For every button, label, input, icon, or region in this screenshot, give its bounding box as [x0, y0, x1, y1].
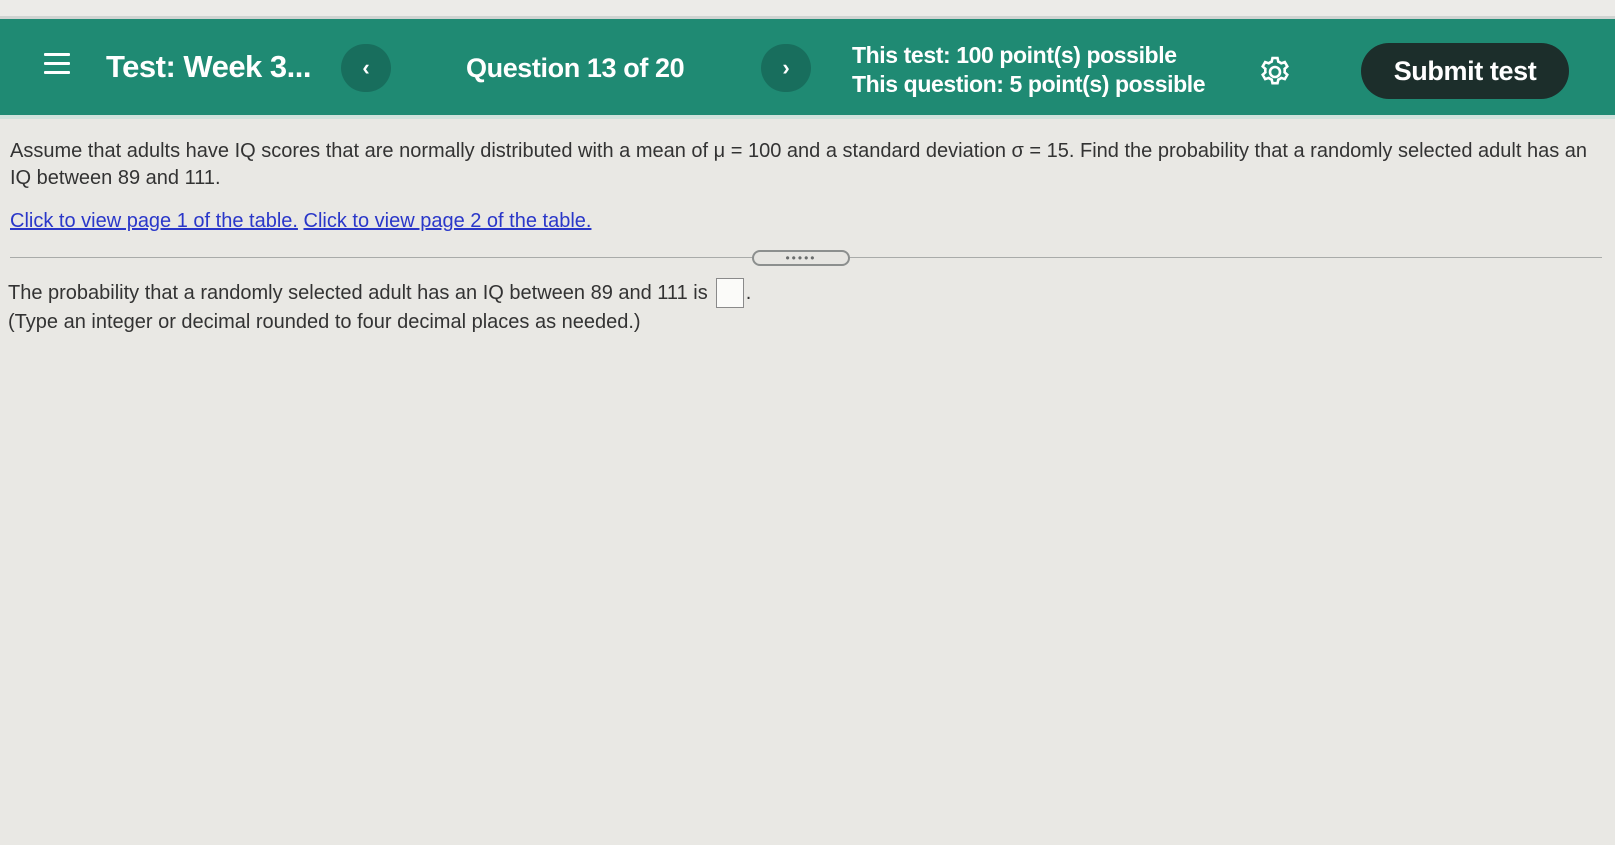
next-question-button[interactable]: ›: [761, 44, 811, 92]
answer-line: The probability that a randomly selected…: [8, 278, 751, 308]
question-prompt: Assume that adults have IQ scores that a…: [10, 140, 1587, 189]
view-table-page-2-link[interactable]: Click to view page 2 of the table.: [304, 210, 592, 232]
test-header-bar: Test: Week 3... ‹ Question 13 of 20 › Th…: [0, 16, 1615, 119]
browser-top-strip: [0, 0, 1615, 16]
table-links: Click to view page 1 of the table. Click…: [10, 210, 591, 233]
question-points: This question: 5 point(s) possible: [852, 71, 1206, 97]
previous-question-button[interactable]: ‹: [341, 44, 391, 92]
gear-icon[interactable]: [1258, 55, 1292, 89]
test-points: This test: 100 point(s) possible: [852, 42, 1177, 68]
resize-handle[interactable]: •••••: [752, 250, 850, 266]
answer-hint: (Type an integer or decimal rounded to f…: [8, 311, 641, 333]
submit-test-button[interactable]: Submit test: [1361, 43, 1569, 99]
answer-period: .: [745, 281, 752, 304]
menu-icon[interactable]: [44, 53, 74, 79]
view-table-page-1-link[interactable]: Click to view page 1 of the table.: [10, 210, 298, 232]
answer-input[interactable]: [715, 278, 744, 308]
answer-prompt: The probability that a randomly selected…: [8, 281, 708, 304]
points-info: This test: 100 point(s) possible This qu…: [852, 41, 1206, 99]
question-counter: Question 13 of 20: [466, 53, 685, 83]
test-title: Test: Week 3...: [106, 49, 312, 84]
